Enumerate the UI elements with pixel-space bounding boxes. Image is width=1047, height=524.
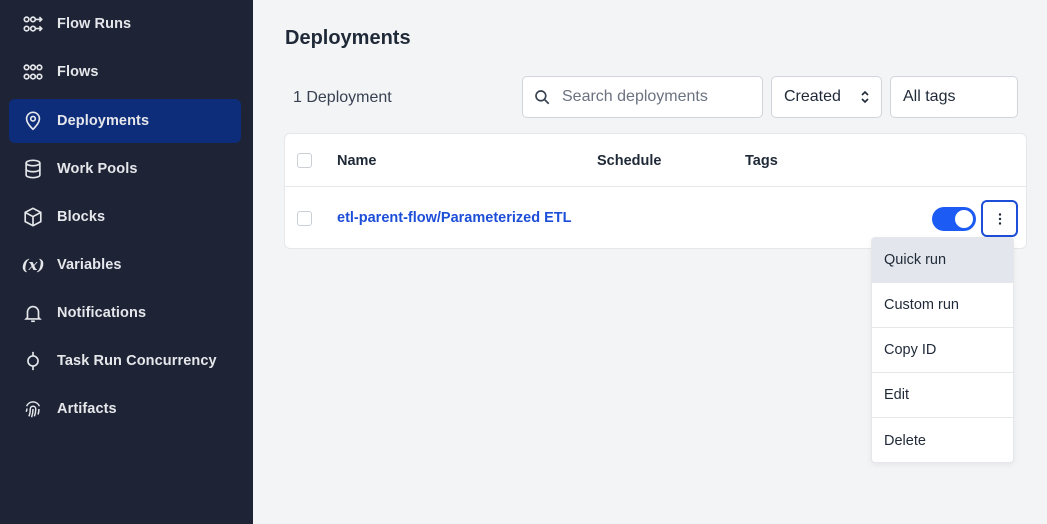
bell-icon (22, 302, 44, 324)
sidebar-item-notifications[interactable]: Notifications (9, 291, 241, 335)
menu-item-quick-run[interactable]: Quick run (872, 238, 1013, 283)
deployment-count: 1 Deployment (293, 89, 392, 106)
search-box[interactable] (522, 76, 763, 118)
sort-select[interactable]: Created (771, 76, 882, 118)
database-icon (22, 158, 44, 180)
fingerprint-icon (22, 398, 44, 420)
sidebar-item-work-pools[interactable]: Work Pools (9, 147, 241, 191)
menu-item-custom-run[interactable]: Custom run (872, 283, 1013, 328)
select-all-checkbox[interactable] (297, 153, 312, 168)
flows-icon (22, 61, 44, 83)
cube-icon (22, 206, 44, 228)
tags-filter[interactable]: All tags (890, 76, 1018, 118)
menu-item-edit[interactable]: Edit (872, 373, 1013, 418)
sidebar-item-label: Deployments (57, 113, 150, 129)
search-icon (535, 90, 550, 105)
row-actions-menu: Quick run Custom run Copy ID Edit Delete (871, 237, 1014, 463)
tags-filter-label: All tags (903, 88, 956, 105)
main-content: Deployments 1 Deployment Created All tag… (253, 0, 1047, 524)
deployment-name-link[interactable]: etl-parent-flow/Parameterized ETL (337, 210, 571, 226)
search-input[interactable] (562, 88, 752, 106)
concurrency-icon (22, 350, 44, 372)
sidebar-item-task-run-concurrency[interactable]: Task Run Concurrency (9, 339, 241, 383)
sidebar-item-variables[interactable]: (x) Variables (9, 243, 241, 287)
deployment-active-toggle[interactable] (932, 207, 976, 231)
column-header-schedule: Schedule (597, 153, 662, 169)
page-title: Deployments (285, 27, 411, 49)
sidebar: Flow Runs Flows Deployments Work Pools B… (0, 0, 253, 524)
toggle-knob (955, 210, 973, 228)
sidebar-item-label: Artifacts (57, 401, 117, 417)
sidebar-item-label: Blocks (57, 209, 106, 225)
sidebar-item-label: Flow Runs (57, 16, 132, 32)
sidebar-item-label: Variables (57, 257, 122, 273)
flow-runs-icon (22, 13, 44, 35)
sidebar-item-flows[interactable]: Flows (9, 50, 241, 94)
menu-item-copy-id[interactable]: Copy ID (872, 328, 1013, 373)
column-header-tags: Tags (745, 153, 778, 169)
column-header-name: Name (337, 153, 377, 169)
chevron-up-down-icon (861, 90, 869, 104)
deployments-table: Name Schedule Tags etl-parent-flow/Param… (284, 133, 1027, 249)
sidebar-item-flow-runs[interactable]: Flow Runs (9, 2, 241, 46)
row-menu-button[interactable] (981, 200, 1018, 237)
sort-select-value: Created (784, 88, 841, 105)
map-pin-icon (22, 110, 44, 132)
sidebar-item-artifacts[interactable]: Artifacts (9, 387, 241, 431)
more-vertical-icon (998, 212, 1001, 225)
sidebar-item-label: Flows (57, 64, 99, 80)
variable-icon: (x) (21, 256, 45, 274)
sidebar-item-blocks[interactable]: Blocks (9, 195, 241, 239)
sidebar-item-deployments[interactable]: Deployments (9, 99, 241, 143)
row-checkbox[interactable] (297, 211, 312, 226)
sidebar-item-label: Notifications (57, 305, 147, 321)
table-header: Name Schedule Tags (285, 134, 1026, 187)
sidebar-item-label: Task Run Concurrency (57, 353, 217, 369)
menu-item-delete[interactable]: Delete (872, 418, 1013, 462)
sidebar-item-label: Work Pools (57, 161, 138, 177)
